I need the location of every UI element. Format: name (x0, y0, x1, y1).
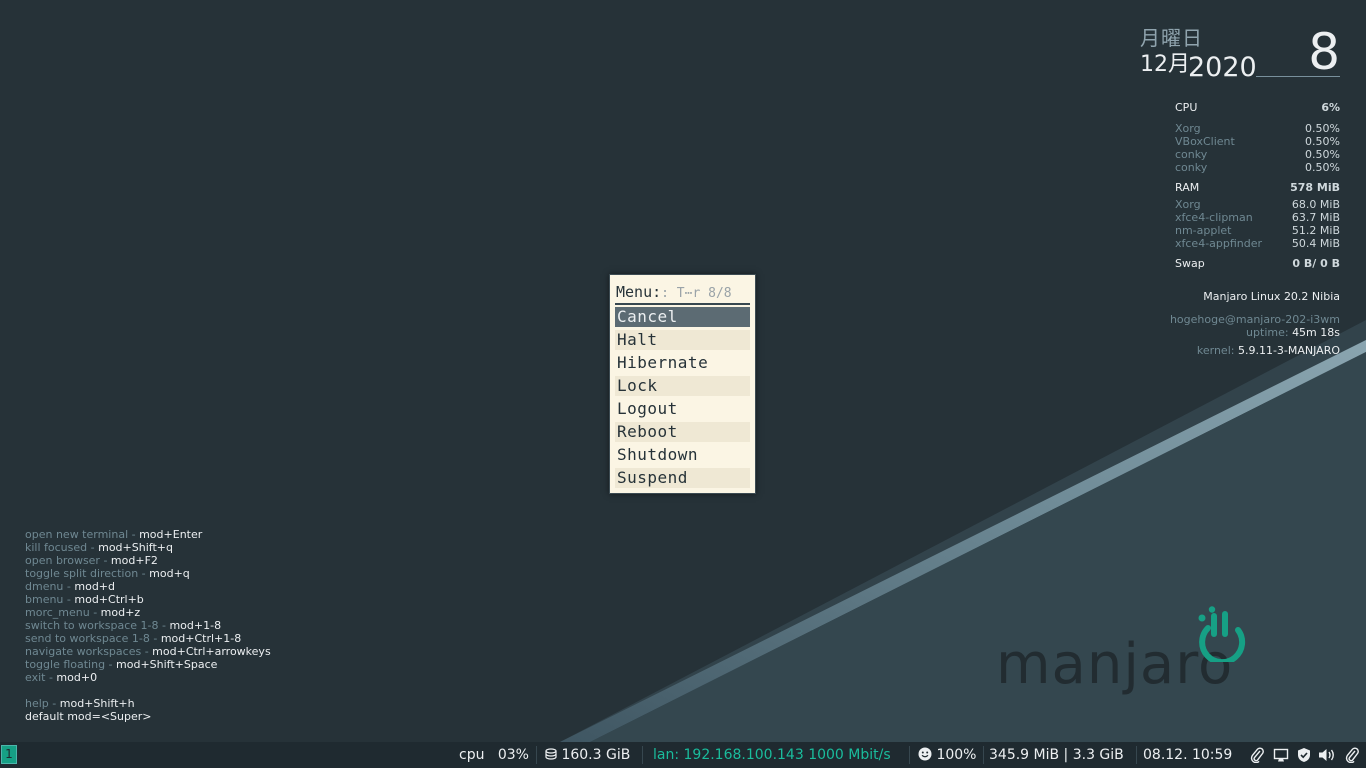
keybind-help: open new terminal - mod+Enter kill focus… (25, 528, 271, 723)
help-line: open new terminal - mod+Enter (25, 528, 203, 541)
cpu-bar-label: cpu (459, 747, 485, 763)
shield-icon[interactable] (1297, 747, 1311, 763)
help-line: exit - mod+0 (25, 671, 98, 684)
distro-name: Manjaro Linux 20.2 Nibia (1203, 290, 1340, 303)
disk-icon (545, 748, 557, 760)
status-bar: 1 cpu 03% 160.3 GiB lan: 192.168.100.143… (0, 742, 1366, 768)
cpu-proc-row: Xorg 0.50% (1175, 122, 1340, 135)
swap-value: 0 B/ 0 B (1292, 257, 1340, 270)
cpu-value: 6% (1321, 101, 1340, 114)
proc-value: 63.7 MiB (1291, 211, 1340, 224)
disk-indicator[interactable]: 160.3 GiB (545, 746, 630, 764)
cpu-indicator[interactable]: cpu 03% (459, 746, 529, 764)
menu-item-reboot[interactable]: Reboot (615, 422, 750, 442)
proc-name: xfce4-clipman (1175, 211, 1253, 224)
proc-name: VBoxClient (1175, 135, 1235, 148)
menu-item-lock[interactable]: Lock (615, 376, 750, 396)
proc-name: Xorg (1175, 198, 1201, 211)
menu-item-shutdown[interactable]: Shutdown (615, 445, 750, 465)
help-line: send to workspace 1-8 - mod+Ctrl+1-8 (25, 632, 242, 645)
ram-label: RAM (1175, 181, 1200, 194)
ram-proc-row: Xorg 68.0 MiB (1175, 198, 1340, 211)
kernel-value: 5.9.11-3-MANJARO (1237, 344, 1340, 357)
proc-value: 0.50% (1305, 148, 1340, 161)
ram-proc-row: nm-applet 51.2 MiB (1175, 224, 1340, 237)
help-line: open browser - mod+F2 (25, 554, 158, 567)
cpu-proc-row: conky 0.50% (1175, 148, 1340, 161)
help-line: kill focused - mod+Shift+q (25, 541, 173, 554)
ram-total-row: RAM 578 MiB (1175, 180, 1340, 196)
menu-prompt-row: Menu:: T⋯r 8/8 (616, 282, 749, 304)
battery-value: 100% (936, 747, 977, 763)
clock-day: 8 (1308, 23, 1340, 81)
smiley-icon (918, 747, 932, 761)
ram-proc-row: xfce4-clipman 63.7 MiB (1175, 211, 1340, 224)
volume-icon[interactable] (1318, 747, 1336, 763)
proc-name: nm-applet (1175, 224, 1232, 237)
clock-month: 12月 (1140, 52, 1190, 77)
help-line: dmenu - mod+d (25, 580, 116, 593)
menu-item-suspend[interactable]: Suspend (615, 468, 750, 488)
help-line: toggle split direction - mod+q (25, 567, 190, 580)
menu-item-logout[interactable]: Logout (615, 399, 750, 419)
cpu-label: CPU (1175, 101, 1198, 114)
help-line: help - mod+Shift+h (25, 697, 135, 710)
clock-divider (1256, 76, 1340, 77)
menu-item-cancel[interactable]: Cancel (615, 307, 750, 327)
manjaro-logo-icon (1198, 606, 1246, 662)
swap-row: Swap 0 B/ 0 B (1175, 256, 1340, 272)
proc-name: xfce4-appfinder (1175, 237, 1263, 250)
conky-stats: CPU 6% Xorg 0.50% VBoxClient 0.50% conky 0.… (1175, 100, 1340, 272)
default-mod-line: default mod=<Super> (25, 710, 152, 723)
swap-label: Swap (1175, 257, 1205, 270)
proc-name: conky (1175, 161, 1208, 174)
workspace-button-1[interactable]: 1 (1, 745, 17, 764)
lan-indicator[interactable]: lan: 192.168.100.143 1000 Mbit/s (653, 746, 891, 764)
ram-proc-row: xfce4-appfinder 50.4 MiB (1175, 237, 1340, 250)
proc-name: conky (1175, 148, 1208, 161)
proc-value: 68.0 MiB (1291, 198, 1340, 211)
proc-value: 0.50% (1305, 135, 1340, 148)
uptime: uptime: 45m 18s (1080, 326, 1340, 339)
datetime-indicator[interactable]: 08.12. 10:59 (1143, 746, 1232, 764)
display-icon[interactable] (1273, 747, 1289, 763)
proc-value: 0.50% (1305, 161, 1340, 174)
menu-divider (615, 303, 750, 305)
conky-clock: 月曜日 12月 2020 8 (1140, 22, 1340, 83)
power-menu: Menu:: T⋯r 8/8 Cancel Halt Hibernate Loc… (609, 274, 756, 494)
menu-filter-input[interactable]: : T⋯r 8/8 (661, 286, 731, 301)
ram-value: 578 MiB (1290, 181, 1340, 194)
proc-value: 0.50% (1305, 122, 1340, 135)
proc-name: Xorg (1175, 122, 1201, 135)
clock-year: 2020 (1188, 52, 1257, 83)
clipboard-icon[interactable] (1345, 747, 1359, 763)
paperclip-icon[interactable] (1250, 747, 1264, 763)
disk-value: 160.3 GiB (561, 747, 631, 763)
battery-indicator[interactable]: 100% (918, 746, 976, 764)
user-host: hogehoge@manjaro-202-i3wm (1169, 313, 1340, 326)
help-line: switch to workspace 1-8 - mod+1-8 (25, 619, 222, 632)
help-line: navigate workspaces - mod+Ctrl+arrowkeys (25, 645, 271, 658)
menu-items: Cancel Halt Hibernate Lock Logout Reboot… (615, 307, 750, 491)
uptime-label: uptime: (1246, 326, 1289, 339)
cpu-bar-value: 03% (497, 747, 529, 763)
kernel: kernel: 5.9.11-3-MANJARO (1080, 344, 1340, 357)
menu-prompt: Menu: (616, 283, 662, 301)
help-line: toggle floating - mod+Shift+Space (25, 658, 218, 671)
menu-item-hibernate[interactable]: Hibernate (615, 353, 750, 373)
proc-value: 50.4 MiB (1291, 237, 1340, 250)
cpu-proc-row: conky 0.50% (1175, 161, 1340, 174)
kernel-label: kernel: (1196, 344, 1235, 357)
memory-indicator[interactable]: 345.9 MiB | 3.3 GiB (989, 746, 1124, 764)
uptime-value: 45m 18s (1292, 326, 1340, 339)
cpu-proc-row: VBoxClient 0.50% (1175, 135, 1340, 148)
help-line: morc_menu - mod+z (25, 606, 141, 619)
cpu-total-row: CPU 6% (1175, 100, 1340, 116)
help-line: bmenu - mod+Ctrl+b (25, 593, 144, 606)
proc-value: 51.2 MiB (1291, 224, 1340, 237)
menu-item-halt[interactable]: Halt (615, 330, 750, 350)
